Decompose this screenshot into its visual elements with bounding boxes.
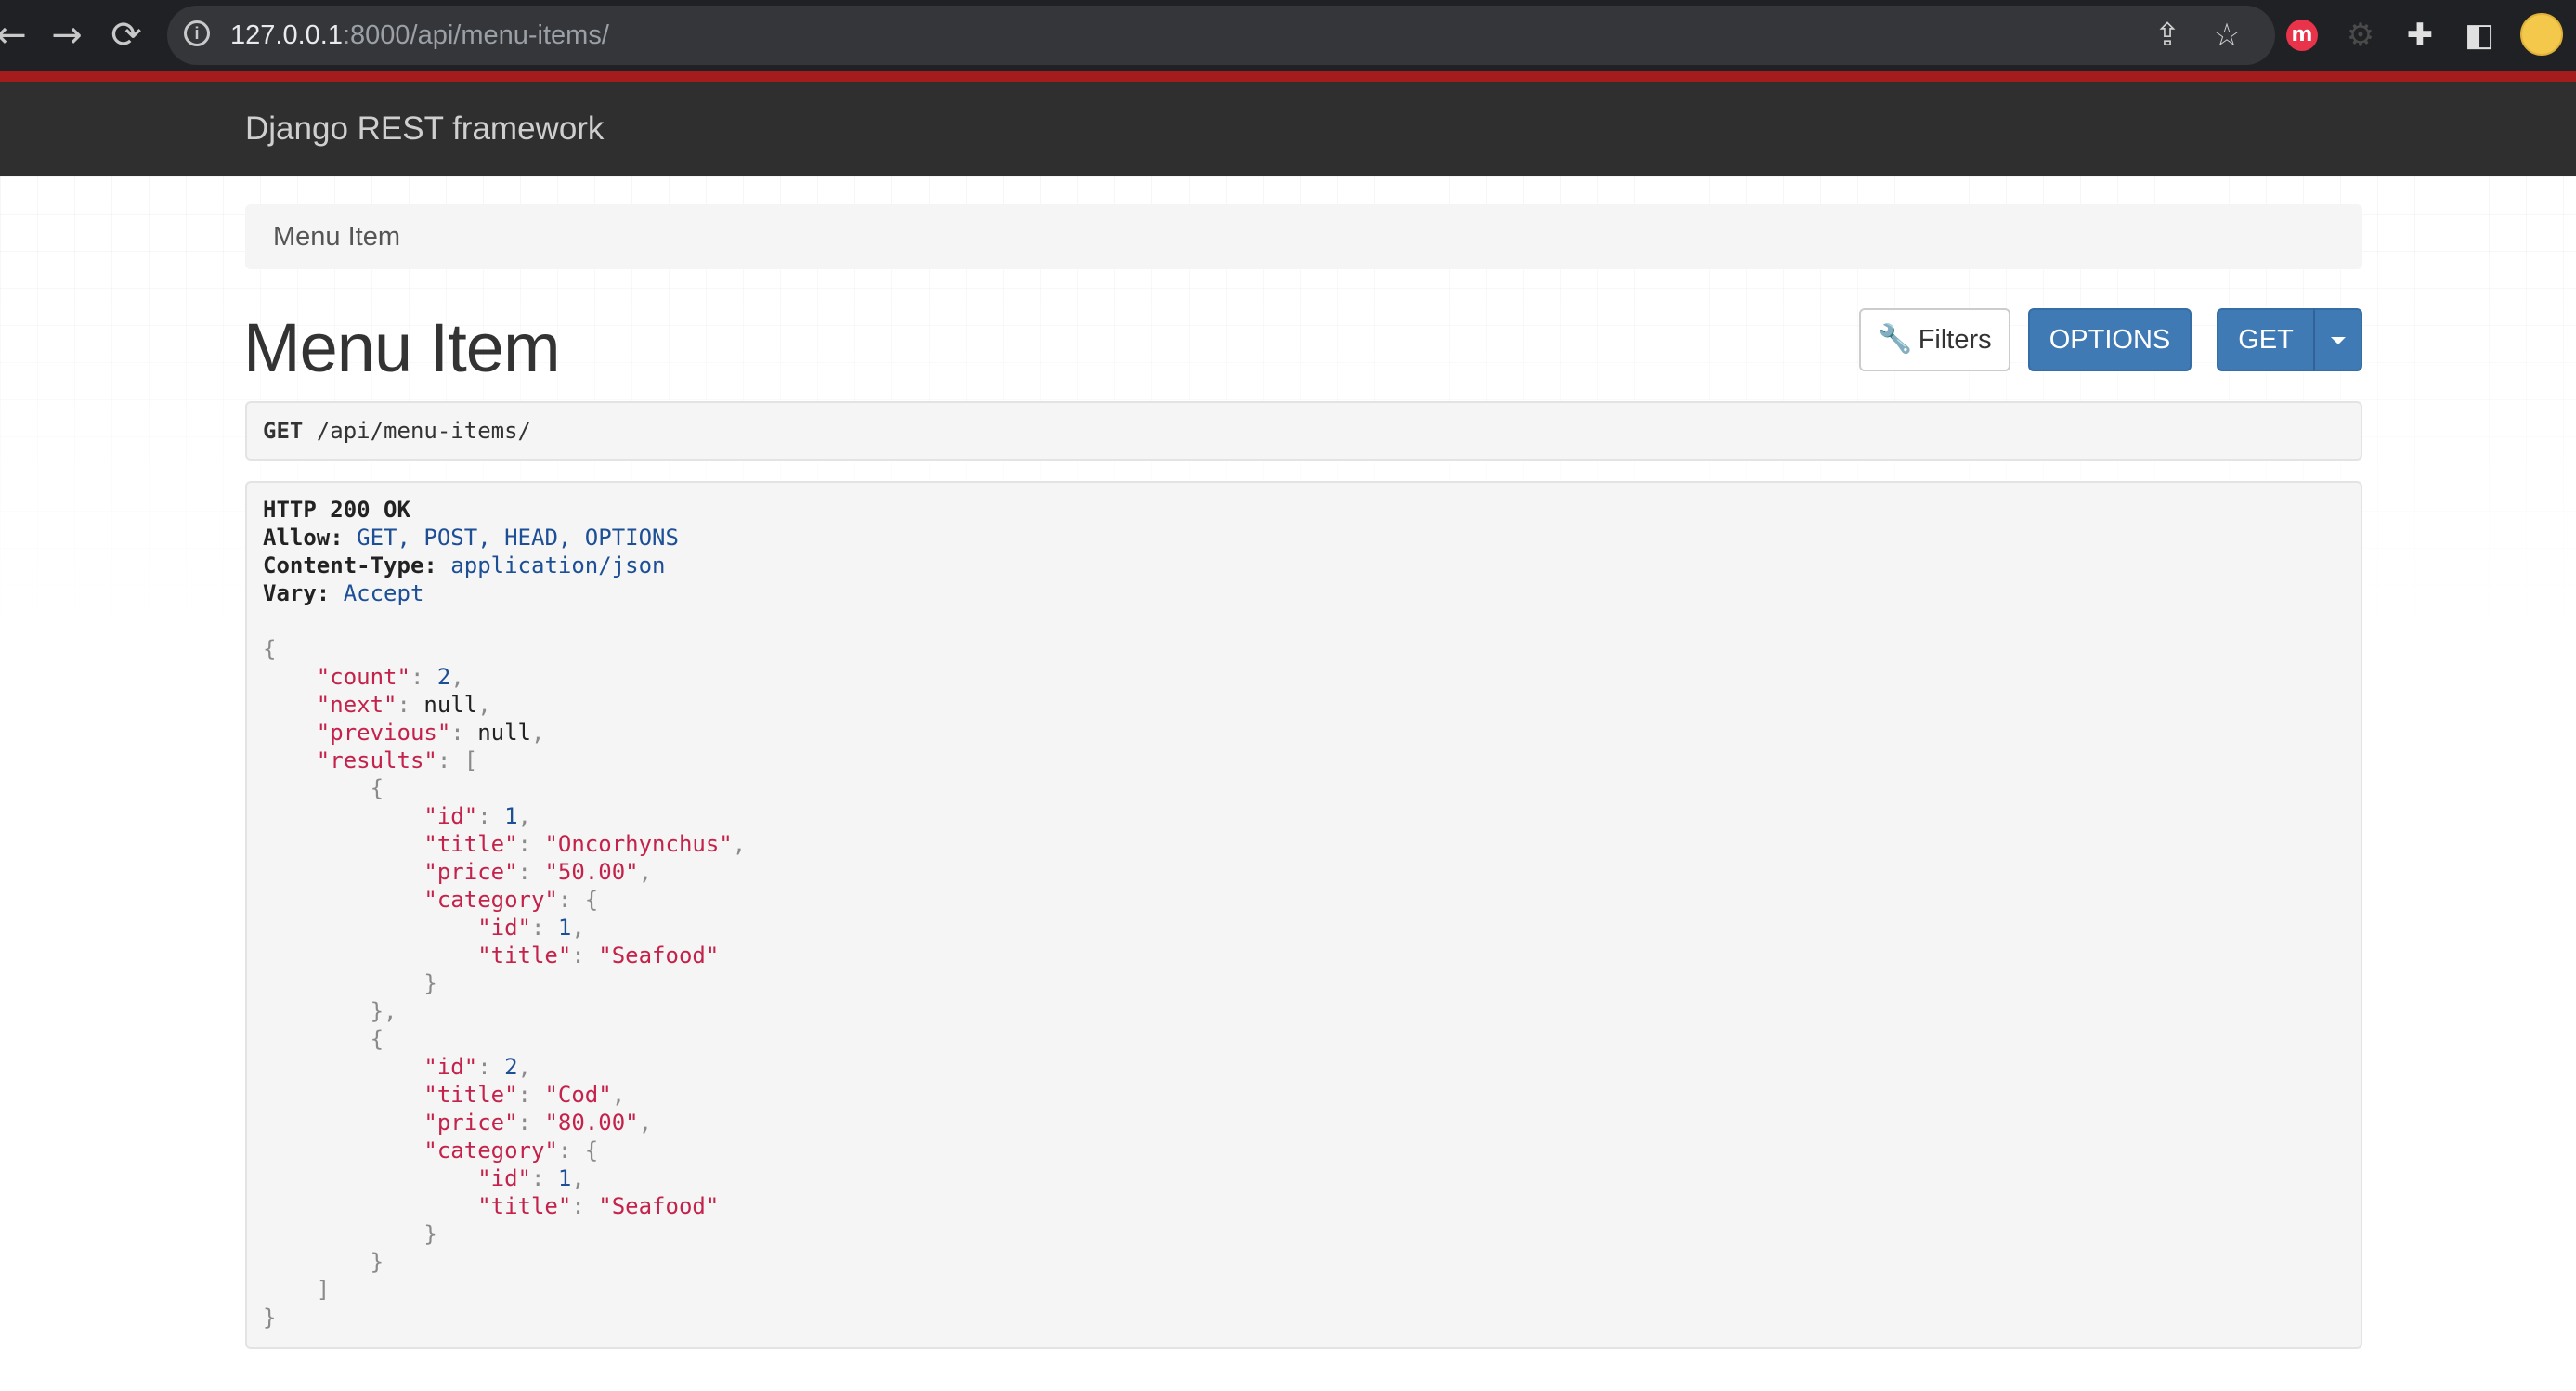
breadcrumb: Menu Item (245, 204, 2362, 269)
json-line: "title": "Cod", (423, 1082, 626, 1108)
options-button[interactable]: OPTIONS (2028, 308, 2192, 371)
json-category-id-value: 1 (557, 915, 572, 941)
wrench-icon: 🔧 (1878, 323, 1913, 356)
json-title-value: "Cod" (544, 1082, 612, 1108)
browser-toolbar: ← → ⟳ i 127.0.0.1:8000/api/menu-items/ ⇪… (0, 0, 2576, 71)
drf-navbar: Django REST framework (0, 82, 2576, 176)
json-price-value: "80.00" (544, 1110, 639, 1136)
json-line: "id": 1, (477, 915, 585, 941)
url-path: :8000/api/menu-items/ (342, 20, 609, 50)
header-value: application/json (450, 552, 666, 578)
get-button[interactable]: GET (2217, 308, 2315, 371)
filters-button-label: Filters (1918, 325, 1992, 355)
json-line: { (370, 775, 384, 801)
accent-strip (0, 71, 2576, 82)
extensions-puzzle-icon[interactable]: ✚ (2400, 15, 2440, 56)
side-panel-icon[interactable]: ◧ (2459, 15, 2500, 56)
json-line: "category": { (423, 1138, 599, 1164)
header-key: Vary: (263, 580, 331, 606)
profile-avatar[interactable] (2520, 13, 2563, 56)
extension-m-icon[interactable]: m (2286, 20, 2318, 51)
json-line: "title": "Seafood" (477, 1193, 720, 1219)
header-key: Content-Type: (263, 552, 437, 578)
share-icon[interactable]: ⇪ (2151, 19, 2184, 52)
caret-down-icon (2330, 337, 2346, 345)
json-next-value: null (423, 692, 478, 718)
json-line: "count": 2, (316, 664, 464, 690)
bookmark-star-icon[interactable]: ☆ (2210, 19, 2244, 52)
response-status: HTTP 200 OK (263, 497, 410, 523)
page-title: Menu Item (243, 309, 561, 386)
json-category-title-value: "Seafood" (598, 1193, 720, 1219)
json-line: "title": "Seafood" (477, 942, 720, 968)
json-line: } (423, 1221, 437, 1247)
json-line: { (263, 636, 277, 662)
request-info: GET /api/menu-items/ (245, 401, 2362, 461)
json-line: "results": [ (316, 748, 478, 774)
header-value: Accept (343, 580, 424, 606)
url-text[interactable]: 127.0.0.1:8000/api/menu-items/ (230, 6, 609, 65)
json-count-value: 2 (436, 664, 451, 690)
json-line: ] (316, 1277, 331, 1303)
json-category-id-value: 1 (557, 1165, 572, 1191)
json-line: } (263, 1305, 277, 1331)
json-line: "id": 1, (423, 803, 531, 829)
header-key: Allow: (263, 525, 344, 551)
url-host: 127.0.0.1 (230, 20, 343, 50)
json-line: "price": "80.00", (423, 1110, 653, 1136)
json-id-value: 2 (504, 1054, 518, 1080)
json-line: } (370, 1249, 384, 1275)
brand-link[interactable]: Django REST framework (245, 82, 604, 176)
header-value: GET, POST, HEAD, OPTIONS (357, 525, 679, 551)
response-header: Allow: GET, POST, HEAD, OPTIONS (263, 524, 2345, 552)
json-line: "id": 1, (477, 1165, 585, 1191)
json-title-value: "Oncorhynchus" (544, 831, 733, 857)
response-header: Content-Type: application/json (263, 552, 2345, 579)
json-line: "price": "50.00", (423, 859, 653, 885)
address-bar[interactable]: i 127.0.0.1:8000/api/menu-items/ ⇪ ☆ (167, 6, 2275, 65)
forward-arrow-icon[interactable]: → (43, 11, 91, 59)
request-path: /api/menu-items/ (316, 418, 531, 444)
json-line: "title": "Oncorhynchus", (423, 831, 747, 857)
response-header: Vary: Accept (263, 579, 2345, 607)
json-line: "next": null, (316, 692, 491, 718)
json-previous-value: null (477, 720, 531, 746)
json-line: "id": 2, (423, 1054, 531, 1080)
json-line: "previous": null, (316, 720, 545, 746)
request-method: GET (263, 418, 304, 444)
reload-icon[interactable]: ⟳ (102, 11, 150, 59)
json-id-value: 1 (504, 803, 518, 829)
json-line: }, (370, 998, 397, 1024)
site-info-icon[interactable]: i (184, 20, 210, 46)
get-format-dropdown-toggle[interactable] (2313, 308, 2362, 371)
response-info: HTTP 200 OK Allow: GET, POST, HEAD, OPTI… (245, 481, 2362, 1349)
json-price-value: "50.00" (544, 859, 639, 885)
json-line: "category": { (423, 887, 599, 913)
extension-disabled-icon[interactable]: ⚙ (2340, 15, 2381, 56)
filters-button[interactable]: 🔧 Filters (1859, 308, 2010, 371)
json-line: { (370, 1026, 384, 1052)
breadcrumb-item-menu-item: Menu Item (273, 222, 400, 252)
json-category-title-value: "Seafood" (598, 942, 720, 968)
json-line: } (423, 970, 437, 996)
back-arrow-icon[interactable]: ← (0, 11, 35, 59)
